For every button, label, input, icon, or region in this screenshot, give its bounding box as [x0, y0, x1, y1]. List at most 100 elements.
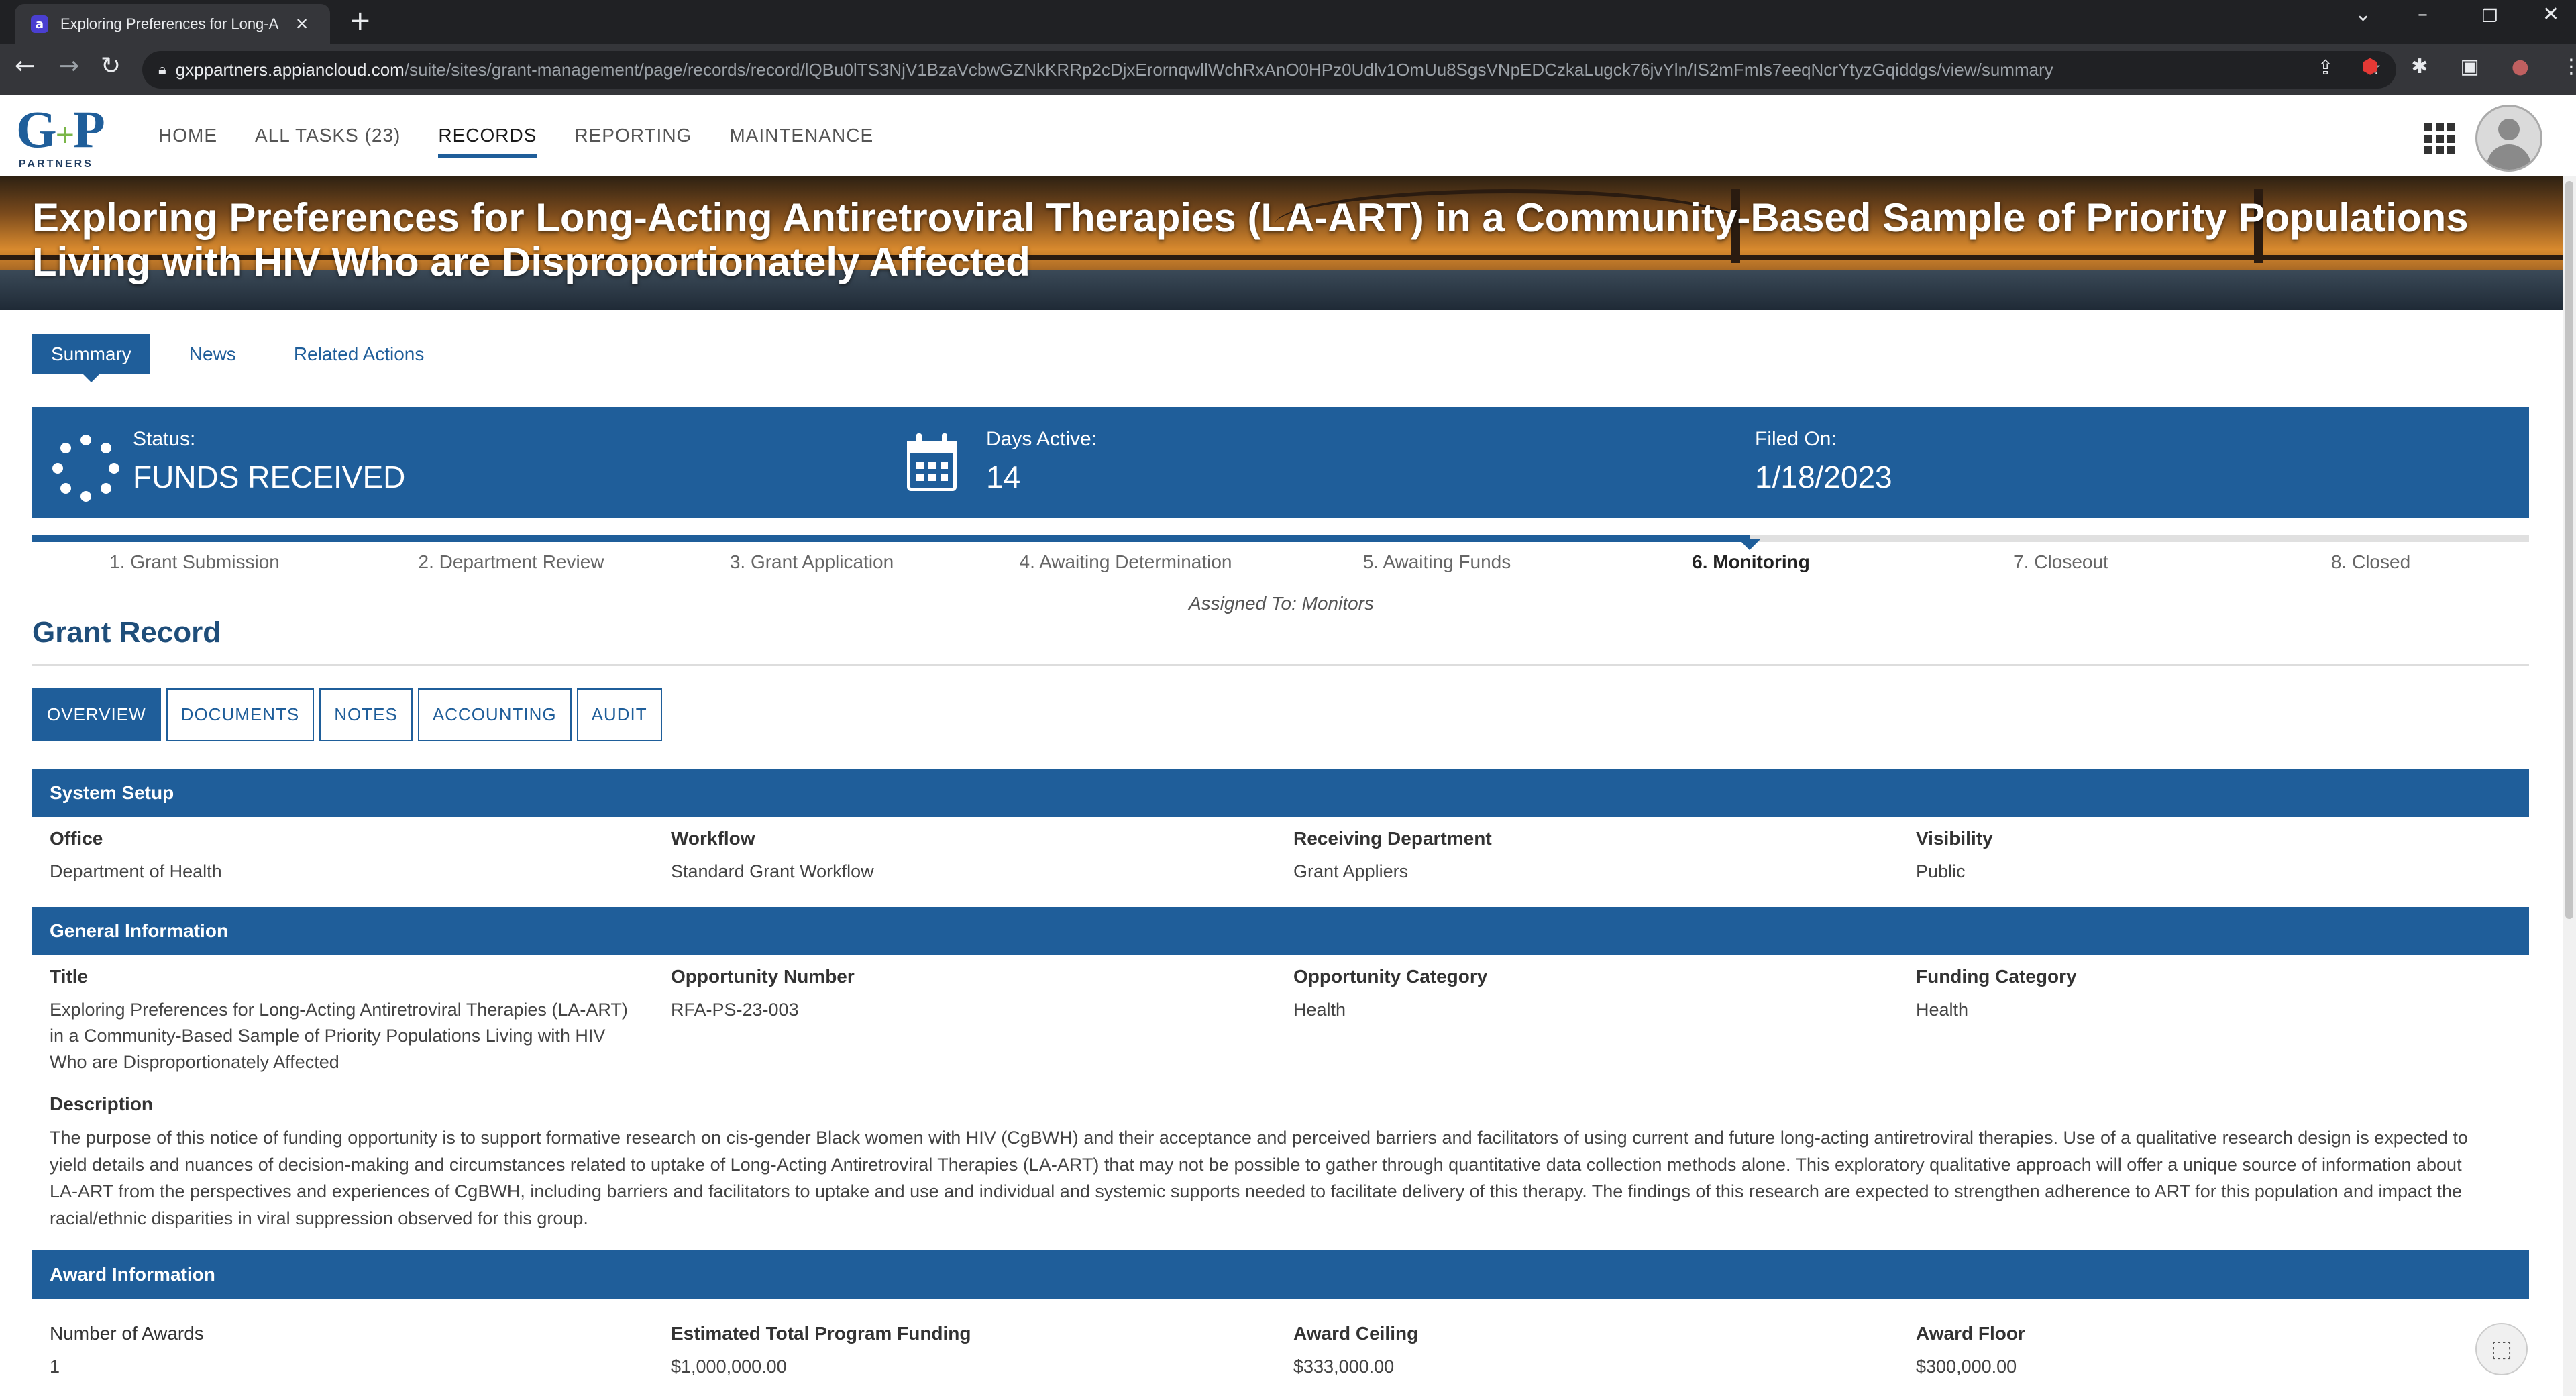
tab-notes[interactable]: NOTES: [319, 688, 413, 741]
nav-records[interactable]: RECORDS: [438, 125, 537, 158]
receiving-department-field: Receiving Department Grant Appliers: [1293, 828, 1884, 885]
visibility-value: Public: [1916, 861, 1966, 881]
nav-reporting[interactable]: REPORTING: [574, 125, 692, 158]
restore-window-icon[interactable]: ❐: [2482, 7, 2498, 27]
record-view-tabs: Summary News Related Actions: [32, 334, 443, 382]
url-path: /suite/sites/grant-management/page/recor…: [404, 59, 2053, 80]
assigned-to-text: Assigned To: Monitors: [1189, 593, 1374, 614]
award-floor-label: Award Floor: [1916, 1323, 2025, 1344]
award-ceiling-value: $333,000.00: [1293, 1356, 1395, 1377]
estimated-total-funding-field: Estimated Total Program Funding $1,000,0…: [671, 1323, 1261, 1380]
new-tab-icon[interactable]: +: [349, 5, 372, 36]
browser-menu-icon[interactable]: ⋮: [2561, 55, 2576, 78]
tab-audit[interactable]: AUDIT: [576, 688, 662, 741]
record-title: Exploring Preferences for Long-Acting An…: [32, 195, 2469, 284]
nav-maintenance[interactable]: MAINTENANCE: [729, 125, 873, 158]
award-floor-field: Award Floor $300,000.00: [1916, 1323, 2506, 1380]
status-dots-icon: [52, 435, 119, 502]
receiving-department-label: Receiving Department: [1293, 828, 1492, 849]
opportunity-category-field: Opportunity Category Health: [1293, 966, 1884, 1023]
page-scrollbar-thumb[interactable]: [2565, 181, 2573, 919]
gxp-partners-logo[interactable]: G+P PARTNERS: [16, 103, 110, 170]
grant-record-tabs: OVERVIEW DOCUMENTS NOTES ACCOUNTING AUDI…: [32, 688, 662, 741]
days-active-field: Days Active: 14: [986, 428, 1097, 495]
receiving-department-value: Grant Appliers: [1293, 861, 1409, 881]
lock-icon[interactable]: 🔒︎: [158, 62, 166, 78]
appian-favicon-icon: a: [31, 15, 48, 33]
days-active-value: 14: [986, 460, 1021, 494]
back-arrow-icon[interactable]: ←: [15, 52, 35, 80]
feedback-cursor-icon[interactable]: ⬚: [2475, 1323, 2528, 1375]
estimated-total-funding-value: $1,000,000.00: [671, 1356, 787, 1377]
tab-search-chevron-icon[interactable]: ⌄: [2355, 3, 2371, 26]
title-field: Title Exploring Preferences for Long-Act…: [50, 966, 640, 1075]
app-header: G+P PARTNERS HOME ALL TASKS (23) RECORDS…: [0, 95, 2576, 176]
office-label: Office: [50, 828, 103, 849]
opportunity-number-value: RFA-PS-23-003: [671, 1000, 799, 1020]
main-navigation: HOME ALL TASKS (23) RECORDS REPORTING MA…: [158, 125, 873, 158]
tab-documents[interactable]: DOCUMENTS: [166, 688, 315, 741]
number-of-awards-field: Number of Awards 1: [50, 1323, 640, 1380]
tab-summary[interactable]: Summary: [32, 334, 150, 382]
browser-toolbar: ← → ↻ 🔒︎ gxppartners.appiancloud.com /su…: [0, 44, 2576, 95]
close-tab-icon[interactable]: ✕: [295, 15, 309, 34]
tab-overview[interactable]: OVERVIEW: [32, 688, 161, 741]
award-ceiling-label: Award Ceiling: [1293, 1323, 1419, 1344]
address-bar[interactable]: 🔒︎ gxppartners.appiancloud.com /suite/si…: [142, 51, 2396, 89]
days-active-label: Days Active:: [986, 428, 1097, 450]
filed-on-label: Filed On:: [1755, 428, 1837, 450]
tab-accounting[interactable]: ACCOUNTING: [417, 688, 572, 741]
opportunity-category-label: Opportunity Category: [1293, 966, 1488, 987]
status-field: Status: FUNDS RECEIVED: [133, 428, 405, 495]
reload-icon[interactable]: ↻: [101, 52, 121, 80]
calendar-icon: [907, 433, 962, 494]
office-field: Office Department of Health: [50, 828, 640, 885]
nav-all-tasks[interactable]: ALL TASKS (23): [255, 125, 400, 158]
opportunity-category-value: Health: [1293, 1000, 1346, 1020]
milestone-step: 4. Awaiting Determination: [1019, 551, 1232, 572]
user-avatar[interactable]: [2475, 105, 2542, 172]
status-value: FUNDS RECEIVED: [133, 460, 406, 494]
share-icon[interactable]: ⇪: [2317, 56, 2334, 80]
description-label: Description: [50, 1093, 154, 1114]
number-of-awards-value: 1: [50, 1356, 60, 1377]
status-summary-band: Status: FUNDS RECEIVED Days Active: 14 F…: [32, 407, 2529, 518]
milestone-current-pointer: [1739, 539, 1760, 550]
workflow-field: Workflow Standard Grant Workflow: [671, 828, 1261, 885]
estimated-total-funding-label: Estimated Total Program Funding: [671, 1323, 971, 1344]
extension-shield-icon[interactable]: ⬢: [2361, 55, 2379, 78]
forward-arrow-icon[interactable]: →: [59, 52, 79, 80]
minimize-window-icon[interactable]: –: [2418, 3, 2428, 26]
tab-related-actions[interactable]: Related Actions: [275, 334, 443, 374]
workflow-value: Standard Grant Workflow: [671, 861, 874, 881]
milestone-step-current: 6. Monitoring: [1692, 551, 1810, 572]
tab-news[interactable]: News: [170, 334, 255, 374]
system-setup-header: System Setup: [32, 769, 2529, 817]
award-information-header: Award Information: [32, 1250, 2529, 1299]
title-value: Exploring Preferences for Long-Acting An…: [50, 1000, 628, 1072]
extensions-puzzle-icon[interactable]: ✱: [2411, 55, 2428, 78]
milestone-steps: 1. Grant Submission 2. Department Review…: [32, 551, 2529, 578]
office-value: Department of Health: [50, 861, 222, 881]
general-information-header: General Information: [32, 907, 2529, 955]
award-ceiling-field: Award Ceiling $333,000.00: [1293, 1323, 1884, 1380]
url-host: gxppartners.appiancloud.com: [175, 59, 405, 80]
milestone-step: 8. Closed: [2330, 551, 2411, 572]
funding-category-field: Funding Category Health: [1916, 966, 2506, 1023]
award-floor-value: $300,000.00: [1916, 1356, 2017, 1377]
grant-record-heading: Grant Record: [32, 616, 221, 649]
description-value: The purpose of this notice of funding op…: [50, 1128, 2468, 1228]
profile-icon[interactable]: ●: [2512, 55, 2529, 78]
browser-tab-strip: a Exploring Preferences for Long-A ✕ + ⌄…: [0, 0, 2576, 44]
milestone-step: 7. Closeout: [2013, 551, 2108, 572]
close-window-icon[interactable]: ✕: [2542, 3, 2559, 26]
title-label: Title: [50, 966, 89, 987]
app-launcher-grid-icon[interactable]: [2424, 123, 2455, 154]
milestone-progress: [32, 535, 1750, 542]
opportunity-number-label: Opportunity Number: [671, 966, 855, 987]
nav-home[interactable]: HOME: [158, 125, 217, 158]
side-panel-icon[interactable]: ▣: [2460, 55, 2479, 78]
browser-tab[interactable]: a Exploring Preferences for Long-A ✕: [15, 4, 330, 44]
milestone-step: 1. Grant Submission: [109, 551, 280, 572]
visibility-field: Visibility Public: [1916, 828, 2506, 885]
